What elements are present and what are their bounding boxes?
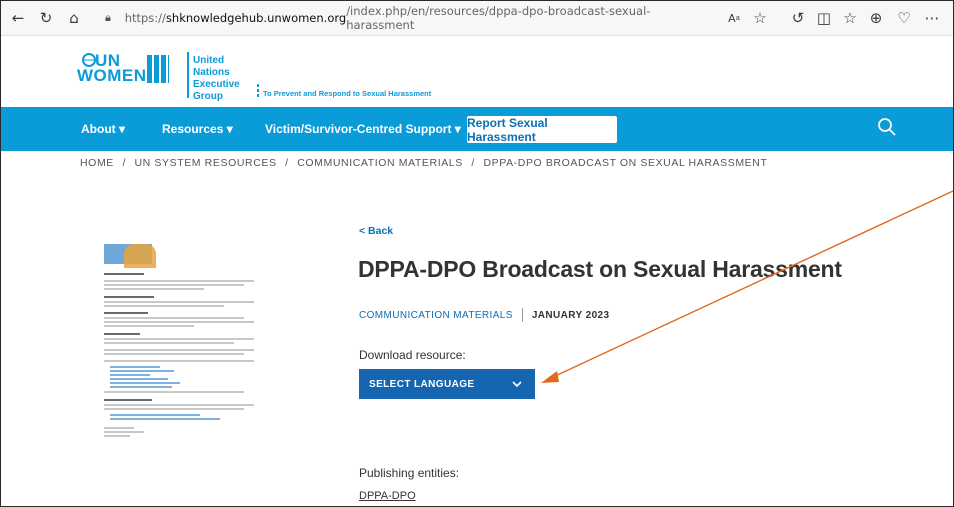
ueg-line-3: Group bbox=[193, 91, 223, 102]
thumb-line bbox=[104, 408, 244, 410]
thumb-line bbox=[104, 312, 148, 314]
thumb-line bbox=[104, 391, 244, 393]
breadcrumb: HOME / UN SYSTEM RESOURCES / COMMUNICATI… bbox=[80, 157, 772, 169]
breadcrumb-separator: / bbox=[122, 157, 126, 169]
thumb-line bbox=[104, 435, 130, 437]
thumb-line bbox=[104, 288, 204, 290]
thumb-line bbox=[104, 349, 254, 351]
nav-victim-support[interactable]: Victim/Survivor-Centred Support ▾ bbox=[265, 107, 461, 151]
thumb-link bbox=[110, 414, 200, 416]
thumb-link bbox=[110, 366, 160, 368]
refresh-icon[interactable]: ↻ bbox=[35, 7, 57, 29]
thumb-line bbox=[104, 301, 254, 303]
select-language-dropdown[interactable]: SELECT LANGUAGE bbox=[359, 369, 535, 399]
publishing-entities-label: Publishing entities: bbox=[359, 466, 460, 480]
globe-icon bbox=[82, 53, 96, 67]
url-prefix: https:// bbox=[124, 11, 166, 25]
thumb-line bbox=[104, 342, 234, 344]
thumb-link bbox=[110, 382, 180, 384]
breadcrumb-home[interactable]: HOME bbox=[80, 157, 114, 169]
thumb-line bbox=[104, 338, 254, 340]
ueg-logo-text: United Nations Executive Group bbox=[193, 55, 263, 103]
thumb-line bbox=[104, 431, 144, 433]
thumb-line bbox=[104, 321, 254, 323]
favorites-list-icon[interactable]: ☆ bbox=[839, 7, 861, 29]
breadcrumb-communication-materials[interactable]: COMMUNICATION MATERIALS bbox=[297, 157, 463, 169]
publisher-link[interactable]: DPPA-DPO bbox=[359, 490, 416, 502]
thumb-link bbox=[110, 418, 220, 420]
back-arrow-icon[interactable]: ← bbox=[7, 7, 29, 29]
home-icon[interactable]: ⌂ bbox=[63, 7, 85, 29]
thumb-link bbox=[110, 370, 174, 372]
screenshot-frame: ← ↻ ⌂ 🔒︎ https://shknowledgehub.unwomen.… bbox=[0, 0, 954, 507]
url-host: shknowledgehub.unwomen.org bbox=[165, 11, 347, 25]
thumb-line bbox=[104, 353, 244, 355]
browser-toolbar: ← ↻ ⌂ 🔒︎ https://shknowledgehub.unwomen.… bbox=[1, 1, 953, 36]
resource-meta: COMMUNICATION MATERIALS JANUARY 2023 bbox=[359, 308, 609, 322]
extension-icon[interactable]: ↺ bbox=[787, 7, 809, 29]
breadcrumb-separator: / bbox=[285, 157, 289, 169]
thumbnail-illustration bbox=[124, 244, 156, 268]
thumb-line bbox=[104, 325, 194, 327]
resource-date: JANUARY 2023 bbox=[531, 309, 610, 321]
thumb-line bbox=[104, 360, 254, 362]
thumb-line bbox=[104, 273, 144, 275]
breadcrumb-separator: / bbox=[471, 157, 475, 169]
thumb-line bbox=[104, 427, 134, 429]
lock-icon: 🔒︎ bbox=[105, 11, 111, 24]
un-women-emblem bbox=[147, 55, 169, 83]
thumb-line bbox=[104, 399, 152, 401]
report-harassment-button[interactable]: Report Sexual Harassment bbox=[467, 116, 617, 144]
thumb-link bbox=[110, 378, 168, 380]
breadcrumb-current: DPPA-DPO BROADCAST ON SEXUAL HARASSMENT bbox=[483, 157, 768, 169]
site-tagline: To Prevent and Respond to Sexual Harassm… bbox=[263, 89, 432, 98]
thumb-line bbox=[104, 296, 154, 298]
resource-thumbnail[interactable] bbox=[104, 244, 262, 454]
thumb-link bbox=[110, 386, 172, 388]
thumb-line bbox=[104, 280, 254, 282]
browser-essentials-icon[interactable]: ♡ bbox=[893, 7, 915, 29]
tagline-mark bbox=[257, 84, 259, 98]
thumb-line bbox=[104, 404, 254, 406]
nav-about[interactable]: About ▾ bbox=[81, 107, 125, 151]
thumb-link bbox=[110, 374, 150, 376]
search-icon[interactable] bbox=[876, 116, 898, 138]
chevron-down-icon bbox=[512, 381, 522, 388]
breadcrumb-un-system-resources[interactable]: UN SYSTEM RESOURCES bbox=[135, 157, 277, 169]
address-bar[interactable]: 🔒︎ https://shknowledgehub.unwomen.org/in… bbox=[105, 4, 665, 32]
back-link[interactable]: < Back bbox=[359, 225, 393, 237]
read-aloud-icon[interactable]: Aa bbox=[723, 7, 745, 29]
select-language-label: SELECT LANGUAGE bbox=[369, 378, 475, 390]
thumb-line bbox=[104, 305, 224, 307]
more-icon[interactable]: ⋯ bbox=[921, 7, 943, 29]
url-path: /index.php/en/resources/dppa-dpo-broadca… bbox=[346, 4, 651, 32]
page-title: DPPA-DPO Broadcast on Sexual Harassment bbox=[358, 256, 842, 282]
ueg-logo-bar bbox=[187, 52, 189, 98]
thumb-line bbox=[104, 333, 140, 335]
category-link[interactable]: COMMUNICATION MATERIALS bbox=[359, 310, 513, 321]
ueg-line-1: United Nations bbox=[193, 55, 230, 78]
ueg-line-2: Executive bbox=[193, 79, 240, 90]
thumb-line bbox=[104, 284, 244, 286]
nav-resources[interactable]: Resources ▾ bbox=[162, 107, 233, 151]
collections-icon[interactable]: ⊕ bbox=[865, 7, 887, 29]
split-screen-icon[interactable]: ◫ bbox=[813, 7, 835, 29]
meta-divider bbox=[521, 308, 523, 322]
download-label: Download resource: bbox=[359, 348, 466, 362]
logo-line-women: WOMEN bbox=[77, 66, 147, 85]
thumb-line bbox=[104, 317, 244, 319]
favorite-star-icon[interactable]: ☆ bbox=[749, 7, 771, 29]
